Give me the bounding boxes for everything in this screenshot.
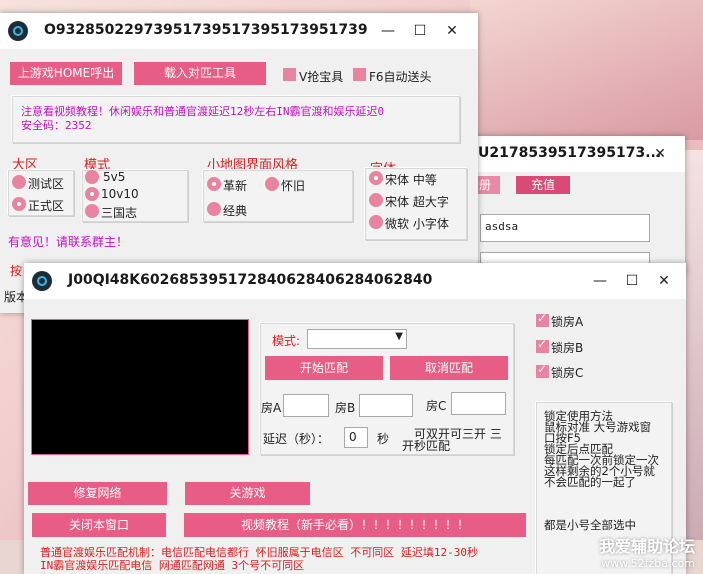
close-game-button[interactable]: 关游戏 — [185, 482, 310, 505]
radio-map-old-label: 怀旧 — [281, 179, 306, 193]
feedback-text: 有意见！请联系群主！ — [8, 235, 129, 249]
room-b-label: 房B — [335, 401, 356, 415]
radio-mode-3k[interactable] — [85, 204, 99, 218]
close-icon[interactable]: ✕ — [654, 271, 674, 291]
radio-region-test-label: 测试区 — [28, 177, 65, 191]
room-b-input[interactable] — [359, 394, 413, 417]
checkbox-lock-b-label: 锁房B — [551, 341, 584, 355]
delay-label: 延迟（秒）： — [263, 432, 330, 446]
radio-font-song-big-label: 宋体 超大字 — [385, 195, 449, 209]
tab-recharge[interactable]: 充值 — [516, 176, 570, 194]
window-title: J00QI48K602685395172840628406284062840 — [68, 272, 433, 288]
radio-font-ms-small[interactable] — [369, 215, 383, 229]
room-a-label: 房A — [261, 401, 282, 415]
close-window-button[interactable]: 关闭本窗口 — [32, 513, 166, 537]
titlebar: J00QI48K602685395172840628406284062840 —… — [24, 263, 686, 299]
window-title: U2178539517395173... — [478, 145, 662, 161]
game-preview — [31, 319, 249, 455]
chevron-down-icon: ▼ — [395, 331, 403, 342]
partial-text-1: 按 — [10, 264, 23, 278]
room-c-label: 房C — [426, 399, 447, 413]
app-logo-icon — [32, 271, 52, 291]
radio-mode-10v10-label: 10v10 — [101, 187, 139, 201]
maximize-icon[interactable]: ☐ — [622, 271, 642, 291]
checkbox-lock-a-label: 锁房A — [551, 315, 584, 329]
account-input[interactable]: asdsa — [480, 214, 650, 242]
minimize-icon[interactable]: — — [378, 21, 398, 41]
radio-mode-3k-label: 三国志 — [101, 206, 138, 220]
checkbox-lock-b[interactable] — [536, 337, 549, 353]
tab-bar: 册 充值 — [470, 176, 685, 194]
notice-panel: 注意看视频教程！休闲娱乐和普通官渡延迟12秒左右IN霸官渡和娱乐延迟0 安全码：… — [12, 96, 460, 143]
titlebar: O93285022973951739517395173951739 — ☐ ✕ — [0, 13, 478, 49]
radio-mode-10v10[interactable] — [85, 187, 99, 201]
cancel-match-button[interactable]: 取消匹配 — [390, 356, 508, 380]
close-icon[interactable]: ✕ — [650, 144, 670, 164]
radio-region-official[interactable] — [12, 197, 26, 211]
seconds-label: 秒 — [377, 432, 390, 446]
help-lines: 锁定使用方法 鼠标对准 大号游戏窗 口按F5 锁定后点匹配 每匹配一次前锁定一次 这样剩余… — [544, 410, 659, 489]
start-match-button[interactable]: 开始匹配 — [265, 356, 383, 380]
room-a-input[interactable] — [283, 394, 329, 417]
multi-open-note-2: 开秒匹配 — [402, 439, 451, 453]
help-footer: 都是小号全部选中 — [544, 518, 636, 532]
mode-select[interactable]: ▼ — [307, 329, 407, 349]
radio-font-song-mid[interactable] — [369, 171, 383, 185]
window-title: O93285022973951739517395173951739 — [44, 22, 368, 38]
window-account: U2178539517395173... ✕ 册 充值 asdsa — [470, 136, 685, 276]
radio-map-old[interactable] — [265, 177, 279, 191]
minimize-icon[interactable]: — — [590, 271, 610, 291]
delay-input[interactable]: 0 — [344, 427, 368, 448]
load-tool-button[interactable]: 载入对匹工具 — [134, 62, 266, 85]
checkbox-v-grab-label: V抢宝具 — [299, 70, 344, 84]
watermark-title: 我爱辅助论坛 — [598, 537, 695, 556]
close-icon[interactable]: ✕ — [442, 21, 462, 41]
checkbox-f6-auto-label: F6自动送头 — [369, 70, 432, 84]
home-call-button[interactable]: 上游戏HOME呼出 — [10, 62, 122, 85]
titlebar: U2178539517395173... ✕ — [470, 136, 685, 172]
room-c-input[interactable] — [451, 392, 506, 415]
radio-region-test[interactable] — [12, 175, 26, 189]
window-matcher: J00QI48K602685395172840628406284062840 —… — [24, 263, 686, 574]
radio-mode-5v5-label: 5v5 — [103, 170, 126, 184]
checkbox-lock-c[interactable] — [536, 362, 549, 378]
match-mechanism-line2: IN霸官渡娱乐匹配电信 网通匹配网通 3个号不可同区 — [40, 559, 305, 572]
radio-mode-5v5[interactable] — [85, 170, 99, 184]
maximize-icon[interactable]: ☐ — [410, 21, 430, 41]
help-line: 不会匹配的一起了 — [544, 475, 636, 489]
app-logo-icon — [8, 21, 28, 41]
radio-map-classic-label: 经典 — [223, 204, 248, 218]
radio-font-song-big[interactable] — [369, 193, 383, 207]
mode-label: 模式: — [272, 334, 301, 348]
security-code: 安全码：2352 — [21, 119, 92, 132]
radio-region-official-label: 正式区 — [28, 199, 65, 213]
checkbox-v-grab[interactable] — [283, 68, 296, 81]
radio-font-ms-small-label: 微软 小字体 — [385, 217, 449, 231]
radio-map-classic[interactable] — [207, 202, 221, 216]
radio-font-song-mid-label: 宋体 中等 — [385, 173, 437, 187]
checkbox-lock-c-label: 锁房C — [551, 366, 584, 380]
watermark-url: www.52fzba.com — [601, 557, 695, 570]
watermark: 我爱辅助论坛 www.52fzba.com — [599, 533, 695, 570]
radio-map-new-label: 革新 — [223, 179, 248, 193]
checkbox-lock-a[interactable] — [536, 311, 549, 327]
checkbox-f6-auto[interactable] — [353, 68, 366, 81]
radio-map-new[interactable] — [207, 177, 221, 191]
repair-network-button[interactable]: 修复网络 — [28, 482, 167, 505]
video-tutorial-button[interactable]: 视频教程（新手必看）！！！！！！！！！ — [184, 513, 526, 537]
